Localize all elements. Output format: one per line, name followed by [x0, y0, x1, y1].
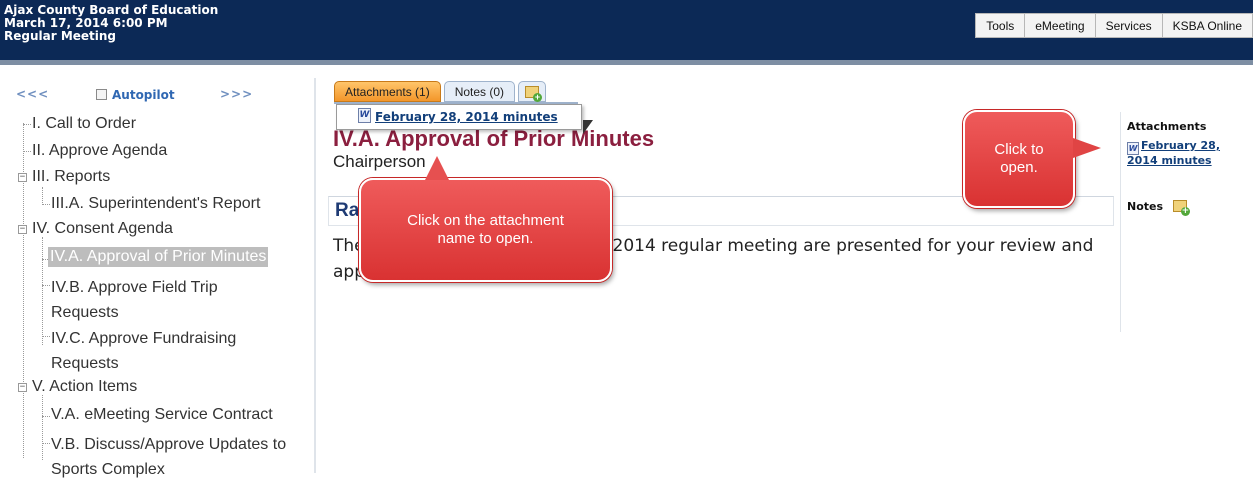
dropdown-attachment-link[interactable]: February 28, 2014 minutes — [375, 110, 558, 124]
tree-connector — [23, 124, 31, 125]
tree-connector — [42, 443, 50, 444]
tree-connector — [42, 285, 50, 286]
agenda-item-field-trip[interactable]: IV.B. Approve Field Trip Requests — [51, 275, 281, 325]
agenda-item-emeeting-contract[interactable]: V.A. eMeeting Service Contract — [51, 405, 273, 425]
agenda-item-action-items[interactable]: V. Action Items — [32, 377, 137, 397]
nav-ksba-online[interactable]: KSBA Online — [1161, 13, 1253, 38]
top-nav: Tools eMeeting Services KSBA Online — [975, 13, 1253, 38]
agenda-item-reports[interactable]: III. Reports — [32, 167, 110, 187]
nav-tools[interactable]: Tools — [975, 13, 1025, 38]
autopilot-row: <<< Autopilot >>> — [16, 87, 296, 105]
agenda-item-approve-agenda[interactable]: II. Approve Agenda — [32, 141, 167, 161]
agenda-item-call-to-order[interactable]: I. Call to Order — [32, 114, 136, 134]
nav-emeeting[interactable]: eMeeting — [1024, 13, 1095, 38]
next-item-button[interactable]: >>> — [220, 87, 253, 101]
callout-right: Click to open. — [963, 110, 1075, 208]
agenda-sidebar: <<< Autopilot >>> − − − I. Call to Order… — [0, 65, 300, 478]
sidebar-divider — [314, 78, 316, 473]
tree-connector — [42, 237, 43, 345]
rail-attachment-link[interactable]: W February 28, 2014 minutes — [1127, 140, 1247, 167]
add-note-icon[interactable] — [1172, 200, 1190, 216]
expand-collapse-icon[interactable]: − — [18, 383, 27, 392]
callout-left-text: Click on the attachment name to open. — [407, 212, 564, 247]
agenda-item-consent-agenda[interactable]: IV. Consent Agenda — [32, 219, 173, 239]
callout-left-tail — [425, 156, 449, 180]
rail-notes-label: Notes — [1127, 200, 1164, 213]
add-note-button[interactable] — [518, 81, 547, 102]
meeting-type: Regular Meeting — [4, 29, 117, 43]
meeting-info: Ajax County Board of Education March 17,… — [4, 4, 218, 43]
attachments-dropdown: W February 28, 2014 minutes — [336, 104, 582, 130]
header-bar: Ajax County Board of Education March 17,… — [0, 0, 1253, 60]
agenda-item-superintendent-report[interactable]: III.A. Superintendent's Report — [51, 194, 260, 214]
tree-connector — [42, 204, 50, 205]
expand-collapse-icon[interactable]: − — [18, 225, 27, 234]
item-tabs: Attachments (1) Notes (0) — [334, 81, 549, 103]
rail-attachment-link-text[interactable]: February 28, 2014 minutes — [1127, 139, 1220, 167]
agenda-item-sports-complex[interactable]: V.B. Discuss/Approve Updates to Sports C… — [51, 432, 291, 482]
right-rail: Attachments W February 28, 2014 minutes N… — [1120, 112, 1253, 332]
tab-attachments[interactable]: Attachments (1) — [334, 81, 441, 102]
callout-left: Click on the attachment name to open. — [359, 178, 612, 282]
tree-connector — [42, 336, 50, 337]
tree-connector — [42, 187, 43, 205]
callout-right-tail — [1073, 138, 1101, 158]
rail-notes-heading: Notes — [1127, 200, 1190, 216]
tab-notes[interactable]: Notes (0) — [443, 81, 516, 102]
add-note-icon — [525, 85, 543, 102]
expand-collapse-icon[interactable]: − — [18, 173, 27, 182]
presenter: Chairperson — [333, 152, 426, 171]
tree-connector — [23, 151, 31, 152]
rail-attachments-heading: Attachments — [1127, 120, 1207, 133]
agenda-item-fundraising[interactable]: IV.C. Approve Fundraising Requests — [51, 326, 281, 376]
prev-item-button[interactable]: <<< — [16, 87, 49, 101]
nav-services[interactable]: Services — [1094, 13, 1162, 38]
agenda-item-approval-prior-minutes[interactable]: IV.A. Approval of Prior Minutes — [48, 247, 269, 267]
autopilot-label[interactable]: Autopilot — [112, 88, 175, 102]
word-doc-icon: W — [358, 108, 371, 123]
tree-connector — [42, 395, 43, 460]
callout-right-text: Click to open. — [994, 141, 1044, 176]
autopilot-checkbox[interactable] — [96, 89, 107, 100]
mouse-cursor-icon — [583, 120, 593, 134]
tree-connector — [42, 416, 50, 417]
